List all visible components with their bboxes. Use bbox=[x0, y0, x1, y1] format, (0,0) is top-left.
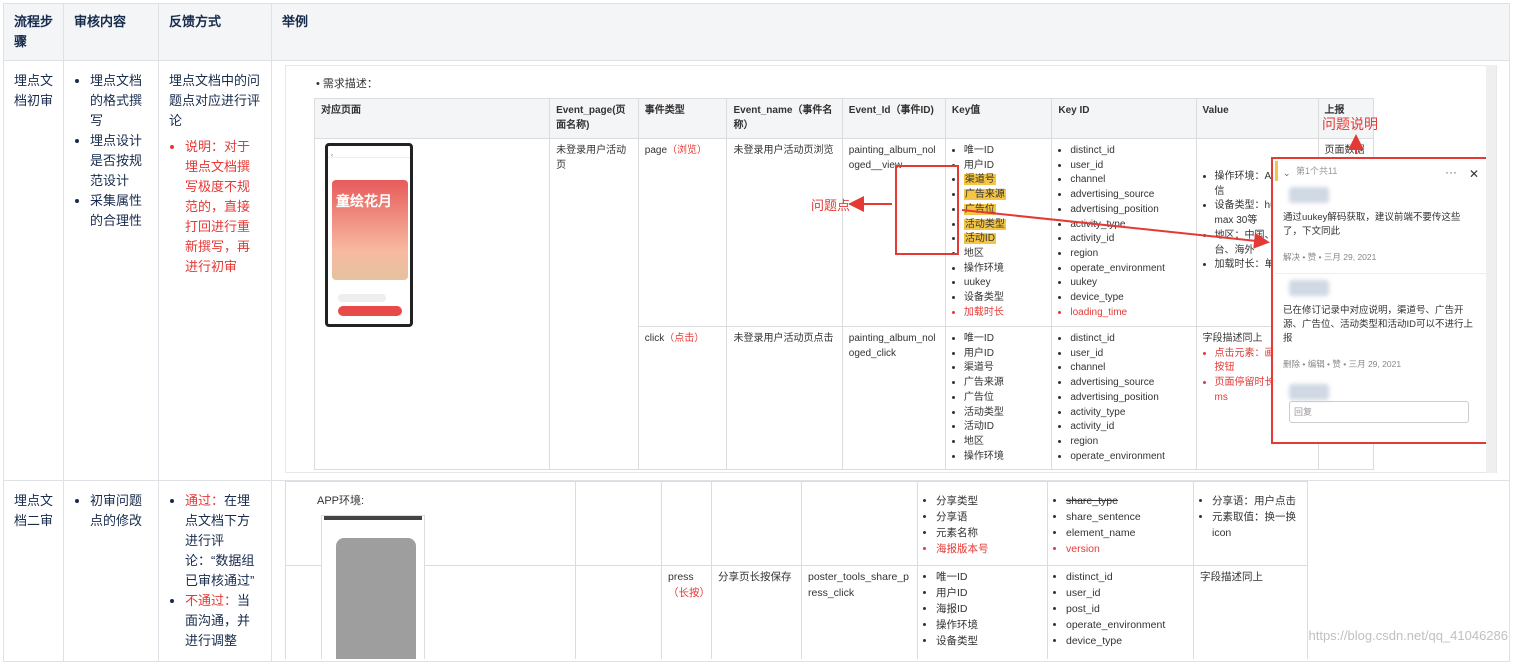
list-item: 初审问题点的修改 bbox=[90, 491, 148, 531]
avatar bbox=[1289, 187, 1329, 203]
step-cell: 埋点文档二审 bbox=[3, 480, 64, 662]
content-cell: 初审问题点的修改 bbox=[63, 480, 159, 662]
table-cell: 分享页长按保存 bbox=[711, 565, 802, 659]
review-process-table: 流程步骤 审核内容 反馈方式 举例 埋点文档初审 埋点文档的格式撰写 埋点设计是… bbox=[3, 3, 1510, 662]
col-header: Event_name（事件名称） bbox=[726, 98, 843, 139]
watermark: https://blog.csdn.net/qq_41046286 bbox=[1308, 628, 1509, 643]
review-items-list: 埋点文档的格式撰写 埋点设计是否按规范设计 采集属性的合理性 bbox=[74, 71, 148, 231]
table-cell: painting_album_nologed_click bbox=[841, 325, 946, 471]
table-cell: 唯一ID用户ID海报ID操作环境设备类型 bbox=[917, 565, 1048, 659]
list-item: 埋点设计是否按规范设计 bbox=[90, 131, 148, 191]
table-cell: distinct_iduser_idpost_idoperate_environ… bbox=[1047, 565, 1194, 659]
placeholder-image bbox=[336, 538, 416, 659]
table-cell bbox=[661, 481, 712, 566]
issue-highlight-box bbox=[895, 165, 959, 255]
phone-primary-button bbox=[338, 306, 402, 316]
header-example: 举例 bbox=[271, 3, 1510, 61]
table-cell: 字段描述同上 bbox=[1193, 565, 1308, 659]
phone-secondary-button bbox=[338, 294, 386, 302]
table-cell bbox=[711, 481, 802, 566]
feedback-list: 说明：对于埋点文档撰写极度不规范的，直接打回进行重新撰写，再进行初审 bbox=[169, 137, 261, 277]
comment-text: 通过uukey解码获取，建议前端不要传这些了，下文同此 bbox=[1283, 212, 1461, 237]
col-header: Event_Id（事件ID) bbox=[841, 98, 946, 139]
list-item: 采集属性的合理性 bbox=[90, 191, 148, 231]
table-cell: 唯一ID用户ID 渠道号广告来源 广告位活动类型 活动ID 地区操作环境uuke… bbox=[944, 138, 1053, 327]
header-content: 审核内容 bbox=[63, 3, 159, 61]
table-cell: distinct_iduser_idchanneladvertising_sou… bbox=[1051, 325, 1197, 471]
avatar bbox=[1289, 384, 1329, 400]
scrollbar[interactable] bbox=[1486, 65, 1496, 473]
col-header: 事件类型 bbox=[637, 98, 728, 139]
phone-preview: ‹ 童绘花月 bbox=[325, 143, 413, 327]
feedback-cell: 通过：在埋点文档下方进行评论：“数据组已审核通过” 不通过：当面沟通，并进行调整 bbox=[158, 480, 272, 662]
phone-status-bar: ‹ bbox=[328, 146, 410, 159]
table-cell: 未登录用户活动页点击 bbox=[726, 325, 843, 471]
col-header: Event_page(页面名称) bbox=[549, 98, 639, 139]
col-header: Key ID bbox=[1051, 98, 1197, 139]
close-icon[interactable]: ✕ bbox=[1469, 164, 1479, 184]
table-cell bbox=[575, 481, 662, 566]
more-icon[interactable]: ··· bbox=[1445, 162, 1457, 182]
list-item: 说明：对于埋点文档撰写极度不规范的，直接打回进行重新撰写，再进行初审 bbox=[185, 137, 261, 277]
table-cell: click（点击） bbox=[637, 325, 728, 471]
col-header: 对应页面 bbox=[313, 98, 551, 139]
table-cell: distinct_iduser_idchanneladvertising_sou… bbox=[1051, 138, 1197, 327]
phone-preview bbox=[321, 515, 425, 659]
phone-top-bar bbox=[324, 516, 422, 520]
table-cell: press（长按） bbox=[661, 565, 712, 659]
table-cell: share_typeshare_sentenceelement_namevers… bbox=[1047, 481, 1194, 566]
list-item: 埋点文档的格式撰写 bbox=[90, 71, 148, 131]
example-cell: • 需求描述： 对应页面 Event_page(页面名称) 事件类型 Event… bbox=[271, 60, 1510, 481]
col-header: Key值 bbox=[944, 98, 1053, 139]
comment-meta[interactable]: 删除 • 编辑 • 赞 • 三月 29, 2021 bbox=[1275, 354, 1487, 374]
table-cell: 分享类型分享语元素名称海报版本号 bbox=[917, 481, 1048, 566]
table-cell: page（浏览） bbox=[637, 138, 728, 327]
table-cell: 未登录用户活动页 bbox=[549, 137, 639, 471]
note-text: 对于埋点文档撰写极度不规范的，直接打回进行重新撰写，再进行初审 bbox=[185, 139, 251, 274]
issue-explain-label: 问题说明 bbox=[1322, 116, 1378, 132]
header-step: 流程步骤 bbox=[3, 3, 64, 61]
comment-meta[interactable]: 解决 • 赞 • 三月 29, 2021 bbox=[1275, 247, 1487, 267]
table-cell: poster_tools_share_press_click bbox=[801, 565, 918, 659]
table-cell: 唯一ID用户ID渠道号广告来源广告位活动类型活动ID地区操作环境 bbox=[944, 325, 1053, 471]
feedback-cell: 埋点文档中的问题点对应进行评论 说明：对于埋点文档撰写极度不规范的，直接打回进行… bbox=[158, 60, 272, 481]
poster-title: 童绘花月 bbox=[336, 194, 392, 210]
reply-input[interactable]: 回复 bbox=[1289, 401, 1469, 423]
header-feedback: 反馈方式 bbox=[158, 3, 272, 61]
avatar bbox=[1289, 280, 1329, 296]
table-cell bbox=[801, 481, 918, 566]
issue-point-label: 问题点 bbox=[811, 198, 851, 213]
requirement-label: • 需求描述： bbox=[316, 78, 378, 90]
chevron-down-icon[interactable]: ⌄ bbox=[1283, 163, 1291, 183]
step-cell: 埋点文档初审 bbox=[3, 60, 64, 481]
list-item: 不通过：当面沟通，并进行调整 bbox=[185, 591, 261, 651]
step-label: 埋点文档二审 bbox=[14, 493, 54, 528]
feedback-list: 通过：在埋点文档下方进行评论：“数据组已审核通过” 不通过：当面沟通，并进行调整 bbox=[169, 491, 261, 651]
list-item: 通过：在埋点文档下方进行评论：“数据组已审核通过” bbox=[185, 491, 261, 591]
review-items-list: 初审问题点的修改 bbox=[74, 491, 148, 531]
feedback-intro: 埋点文档中的问题点对应进行评论 bbox=[169, 73, 261, 128]
comment-text: 已在修订记录中对应说明，渠道号、广告开源、广告位、活动类型和活动ID可以不进行上… bbox=[1283, 305, 1474, 344]
step-label: 埋点文档初审 bbox=[14, 73, 54, 108]
table-cell: 分享语：用户点击元素取值：换一换icon bbox=[1193, 481, 1308, 566]
col-header: Value bbox=[1195, 98, 1319, 139]
env-label: APP环境: bbox=[317, 495, 365, 507]
comment-panel: 第1个共11 ⌄ ··· ✕ 通过uukey解码获取，建议前端不要传这些了，下文… bbox=[1271, 157, 1491, 444]
tracking-table: 分享类型分享语元素名称海报版本号 share_typeshare_sentenc… bbox=[285, 481, 1308, 659]
note-prefix: 说明： bbox=[185, 139, 225, 154]
content-cell: 埋点文档的格式撰写 埋点设计是否按规范设计 采集属性的合理性 bbox=[63, 60, 159, 481]
table-cell: 未登录用户活动页浏览 bbox=[726, 138, 843, 327]
example-screenshot: • 需求描述： 对应页面 Event_page(页面名称) 事件类型 Event… bbox=[285, 65, 1497, 473]
tracking-table: 对应页面 Event_page(页面名称) 事件类型 Event_name（事件… bbox=[313, 98, 1374, 471]
table-cell bbox=[575, 565, 662, 659]
